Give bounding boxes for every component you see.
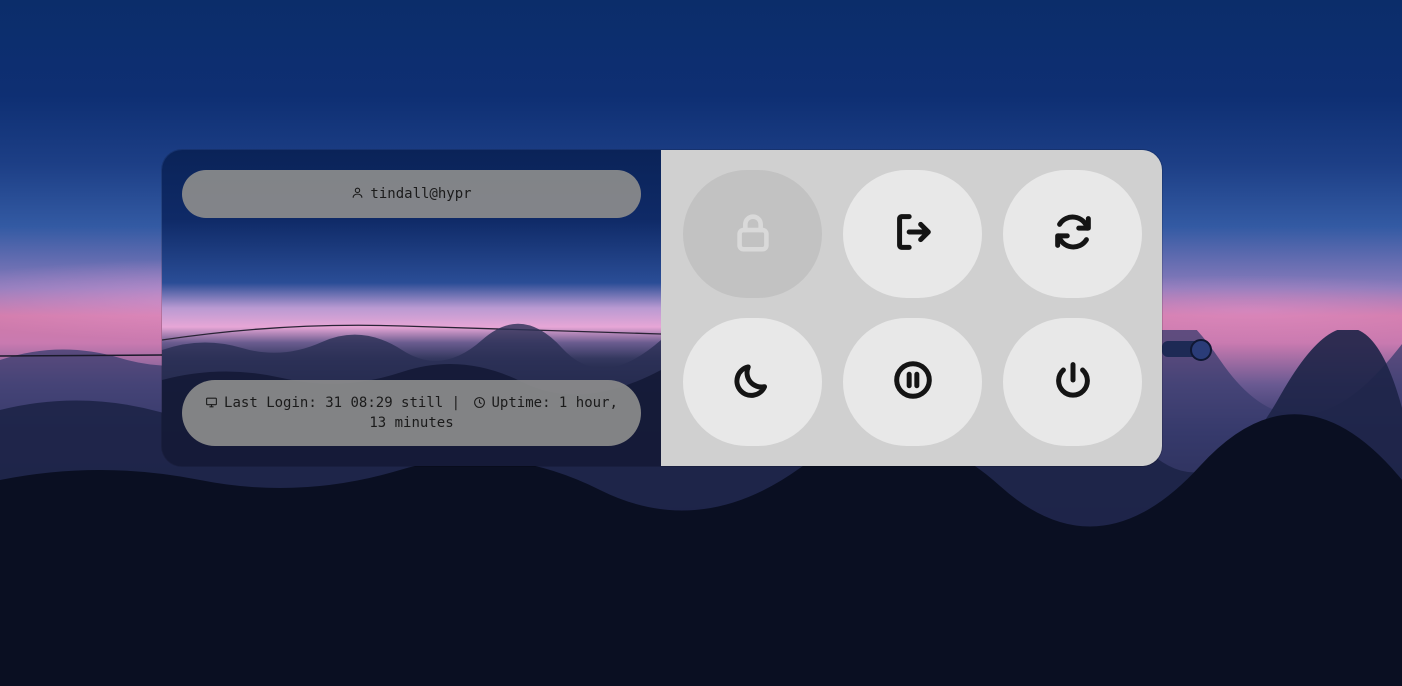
last-login-label: Last Login: 31 08:29 still |	[224, 395, 461, 411]
actions-pane	[661, 150, 1162, 466]
user-icon	[351, 186, 364, 203]
sleep-button[interactable]	[683, 318, 822, 446]
info-pane: tindall@hypr Last Login: 31 08:29 still …	[162, 150, 661, 466]
moon-icon	[730, 357, 776, 407]
reboot-icon	[1050, 209, 1096, 259]
shutdown-button[interactable]	[1003, 318, 1142, 446]
logout-button[interactable]	[843, 170, 982, 298]
session-info-pill: Last Login: 31 08:29 still | Uptime: 1 h…	[182, 380, 641, 446]
suspend-button[interactable]	[843, 318, 982, 446]
clock-icon	[473, 396, 486, 414]
pause-icon	[890, 357, 936, 407]
lock-button[interactable]	[683, 170, 822, 298]
reboot-button[interactable]	[1003, 170, 1142, 298]
username-label: tindall@hypr	[370, 186, 472, 202]
lock-icon	[730, 209, 776, 259]
user-pill: tindall@hypr	[182, 170, 641, 218]
power-menu-window: tindall@hypr Last Login: 31 08:29 still …	[162, 150, 1162, 466]
power-icon	[1050, 357, 1096, 407]
monitor-icon	[205, 396, 218, 414]
logout-icon	[890, 209, 936, 259]
